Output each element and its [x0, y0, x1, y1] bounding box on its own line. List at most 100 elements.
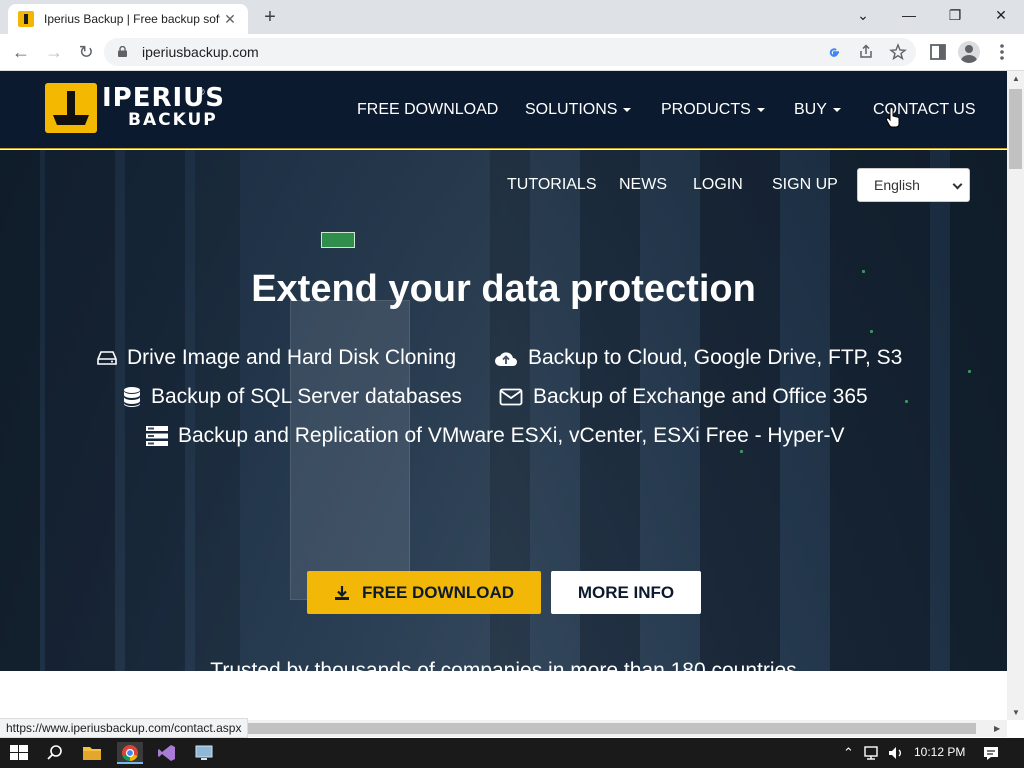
- tab-close-button[interactable]: ✕: [222, 11, 238, 28]
- rack-led-decoration: [968, 370, 971, 373]
- iperius-favicon-icon: [18, 11, 34, 27]
- cloud-upload-icon: [495, 352, 517, 366]
- profile-avatar-icon[interactable]: [958, 41, 980, 63]
- nav-label: SOLUTIONS: [525, 101, 618, 118]
- rack-led-decoration: [740, 450, 743, 453]
- registered-mark: ®: [198, 87, 205, 97]
- tray-expand-icon[interactable]: ⌃: [843, 745, 854, 761]
- status-bar-url: https://www.iperiusbackup.com/contact.as…: [0, 718, 249, 738]
- file-explorer-icon[interactable]: [79, 742, 105, 764]
- server-icon: [146, 426, 168, 446]
- feature-item: Drive Image and Hard Disk Cloning: [97, 346, 456, 370]
- chevron-down-icon: [952, 179, 963, 190]
- subnav-news[interactable]: NEWS: [619, 176, 667, 194]
- scroll-down-arrow-icon[interactable]: ▼: [1012, 708, 1020, 717]
- subnav-tutorials[interactable]: TUTORIALS: [507, 176, 597, 194]
- hero-title: Extend your data protection: [251, 268, 756, 310]
- visual-studio-icon[interactable]: [154, 742, 180, 764]
- language-selected-value: English: [874, 177, 920, 193]
- remote-desktop-icon[interactable]: [191, 742, 217, 764]
- nav-label: PRODUCTS: [661, 101, 751, 118]
- exit-sign-decoration: [321, 232, 355, 248]
- feature-text: Drive Image and Hard Disk Cloning: [127, 346, 457, 369]
- nav-free-download[interactable]: FREE DOWNLOAD: [357, 101, 498, 119]
- site-header: IPERIUS BACKUP ® FREE DOWNLOAD SOLUTIONS…: [0, 71, 1007, 149]
- free-download-label: FREE DOWNLOAD: [361, 582, 515, 602]
- reload-button[interactable]: ↻: [74, 40, 98, 64]
- lock-icon: [118, 46, 127, 57]
- subnav-login[interactable]: LOGIN: [693, 176, 743, 194]
- vertical-scrollbar[interactable]: ▲ ▼: [1007, 71, 1024, 720]
- maximize-button[interactable]: ❐: [932, 0, 978, 30]
- close-window-button[interactable]: ✕: [978, 0, 1024, 30]
- windows-taskbar: ⌃ 10:12 PM: [0, 738, 1024, 768]
- door-decoration: [290, 300, 410, 600]
- caret-down-icon: [756, 107, 765, 112]
- server-rack-decoration: [0, 150, 40, 671]
- nav-buy[interactable]: BUY: [794, 101, 841, 119]
- hand-cursor-icon: [886, 108, 900, 128]
- feature-item: Backup and Replication of VMware ESXi, v…: [146, 424, 844, 448]
- feature-text: Backup of SQL Server databases: [151, 385, 462, 408]
- forward-button[interactable]: →: [42, 40, 66, 64]
- language-select[interactable]: English: [857, 168, 970, 202]
- subnav-sign-up[interactable]: SIGN UP: [772, 176, 838, 194]
- bookmark-star-icon[interactable]: [888, 42, 908, 62]
- server-rack-decoration: [700, 150, 780, 671]
- browser-tab[interactable]: Iperius Backup | Free backup soft ✕: [8, 4, 248, 34]
- vertical-scroll-thumb[interactable]: [1009, 89, 1022, 169]
- caret-down-icon: [832, 107, 841, 112]
- rack-led-decoration: [905, 400, 908, 403]
- server-rack-decoration: [195, 150, 240, 671]
- back-button[interactable]: ←: [9, 40, 33, 64]
- chrome-icon[interactable]: [117, 742, 143, 764]
- volume-icon[interactable]: [886, 742, 906, 764]
- new-tab-button[interactable]: +: [258, 6, 282, 30]
- minimize-button[interactable]: —: [886, 0, 932, 30]
- menu-kebab-icon[interactable]: [990, 40, 1014, 64]
- trusted-tagline: Trusted by thousands of companies in mor…: [210, 659, 797, 671]
- scroll-up-arrow-icon[interactable]: ▲: [1012, 74, 1020, 83]
- network-icon[interactable]: [862, 742, 882, 764]
- google-icon[interactable]: [824, 42, 844, 62]
- browser-toolbar: ← → ↻ iperiusbackup.com: [0, 34, 1024, 71]
- side-panel-icon[interactable]: [926, 40, 950, 64]
- iperius-logo-icon[interactable]: [45, 83, 97, 133]
- feature-text: Backup and Replication of VMware ESXi, v…: [178, 424, 845, 447]
- database-icon: [124, 387, 140, 407]
- taskbar-clock[interactable]: 10:12 PM: [914, 745, 965, 759]
- url-text: iperiusbackup.com: [142, 44, 259, 60]
- logo-text[interactable]: IPERIUS BACKUP: [102, 85, 225, 129]
- logo-line-iperius: IPERIUS: [102, 83, 226, 113]
- scroll-right-arrow-icon[interactable]: ▶: [994, 724, 1000, 733]
- server-rack-decoration: [45, 150, 115, 671]
- tab-search-icon[interactable]: ⌄: [840, 0, 886, 30]
- address-bar[interactable]: iperiusbackup.com: [104, 38, 916, 66]
- tab-title: Iperius Backup | Free backup soft: [44, 12, 220, 26]
- envelope-icon: [499, 388, 523, 406]
- logo-line-backup: BACKUP: [128, 110, 218, 130]
- nav-products[interactable]: PRODUCTS: [661, 101, 765, 119]
- feature-item: Backup of Exchange and Office 365: [499, 385, 868, 409]
- notification-center-icon[interactable]: [980, 742, 1002, 764]
- feature-text: Backup of Exchange and Office 365: [533, 385, 868, 408]
- caret-down-icon: [623, 107, 632, 112]
- more-info-button[interactable]: MORE INFO: [551, 571, 701, 614]
- download-icon: [334, 585, 349, 600]
- windows-start-icon[interactable]: [6, 742, 32, 764]
- free-download-button[interactable]: FREE DOWNLOAD: [307, 571, 541, 614]
- feature-text: Backup to Cloud, Google Drive, FTP, S3: [528, 346, 903, 369]
- hero-section: TUTORIALS NEWS LOGIN SIGN UP English Ext…: [0, 150, 1007, 671]
- nav-label: BUY: [794, 101, 827, 118]
- hard-drive-icon: [97, 351, 117, 365]
- page-viewport: IPERIUS BACKUP ® FREE DOWNLOAD SOLUTIONS…: [0, 71, 1007, 720]
- server-rack-decoration: [950, 150, 1007, 671]
- server-rack-decoration: [830, 150, 930, 671]
- search-icon[interactable]: [42, 742, 68, 764]
- nav-label: FREE DOWNLOAD: [357, 101, 499, 118]
- share-icon[interactable]: [856, 42, 876, 62]
- browser-tabstrip: Iperius Backup | Free backup soft ✕ + ⌄ …: [0, 0, 1024, 34]
- server-rack-decoration: [125, 150, 185, 671]
- feature-item: Backup to Cloud, Google Drive, FTP, S3: [494, 346, 902, 370]
- nav-solutions[interactable]: SOLUTIONS: [525, 101, 632, 119]
